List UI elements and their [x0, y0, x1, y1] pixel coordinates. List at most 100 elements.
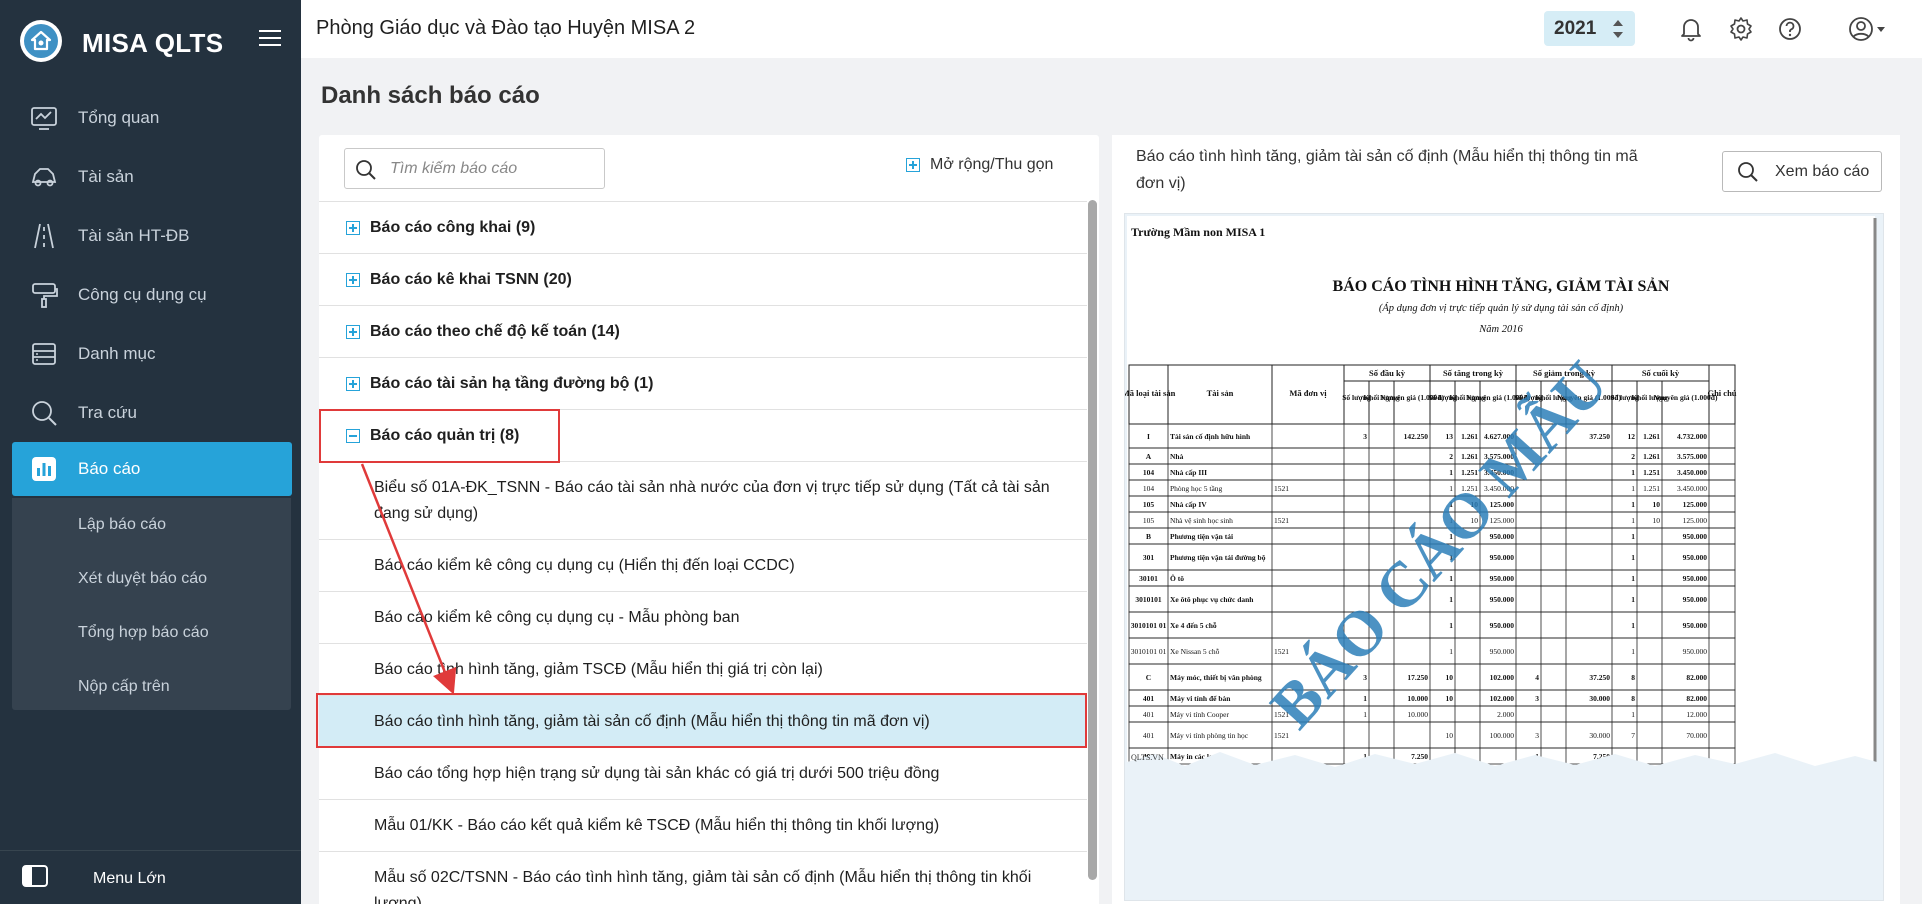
- report-item[interactable]: Báo cáo kiểm kê công cụ dụng cụ (Hiển th…: [319, 539, 1087, 591]
- brand: MISA QLTS: [0, 0, 301, 82]
- sidebar-item-danh-muc[interactable]: Danh mục: [0, 324, 301, 383]
- table-cell: 7: [1631, 731, 1635, 740]
- page-title: Danh sách báo cáo: [321, 82, 540, 109]
- report-group-che-do-ke-toan[interactable]: Báo cáo theo chế độ kế toán (14): [319, 305, 1087, 357]
- user-avatar-icon[interactable]: [1848, 16, 1888, 42]
- table-cell: 10.000: [1407, 710, 1428, 719]
- table-cell: 401: [1143, 731, 1155, 740]
- expand-icon[interactable]: [346, 220, 360, 235]
- submenu-nop-cap-tren[interactable]: Nộp cấp trên: [12, 660, 291, 714]
- preview-title: Báo cáo tình hình tăng, giảm tài sản cố …: [1136, 148, 1638, 192]
- table-cell: B: [1146, 532, 1151, 541]
- sidebar-footer[interactable]: Menu Lớn: [0, 850, 301, 904]
- submenu-lap-bao-cao[interactable]: Lập báo cáo: [12, 498, 291, 552]
- expand-icon[interactable]: [346, 272, 360, 287]
- table-header-label: Tài sản: [1207, 388, 1234, 398]
- expand-icon[interactable]: [346, 324, 360, 339]
- table-cell: 1521: [1274, 484, 1289, 493]
- report-list-scrollbar[interactable]: [1088, 200, 1097, 880]
- sidebar-toggle-icon[interactable]: [22, 865, 48, 887]
- table-cell: 30.000: [1589, 694, 1610, 703]
- expand-icon[interactable]: [346, 376, 360, 391]
- bell-icon[interactable]: [1678, 16, 1704, 42]
- report-item[interactable]: Báo cáo tình hình tăng, giảm TSCĐ (Mẫu h…: [319, 643, 1087, 695]
- table-cell: 13: [1446, 432, 1454, 441]
- table-cell: 3010101 01: [1131, 647, 1167, 656]
- submenu-xet-duyet-bao-cao[interactable]: Xét duyệt báo cáo: [12, 552, 291, 606]
- table-cell: C: [1146, 673, 1151, 682]
- report-item[interactable]: Báo cáo kiểm kê công cụ dụng cụ - Mẫu ph…: [319, 591, 1087, 643]
- expand-collapse-label: Mở rộng/Thu gọn: [930, 156, 1054, 173]
- table-cell: 3: [1363, 432, 1367, 441]
- report-item[interactable]: Biểu số 01A-ĐK_TSNN - Báo cáo tài sản nh…: [319, 461, 1087, 539]
- app-root: MISA QLTS Tổng quan Tài sản Tài sản HT-Đ…: [0, 0, 1922, 904]
- sidebar-item-tong-quan[interactable]: Tổng quan: [0, 88, 301, 147]
- table-cell: 125.000: [1683, 500, 1708, 509]
- report-group-ha-tang-duong-bo[interactable]: Báo cáo tài sản hạ tầng đường bộ (1): [319, 357, 1087, 409]
- submenu-tong-hop-bao-cao[interactable]: Tổng hợp báo cáo: [12, 606, 291, 660]
- table-cell: 3: [1535, 731, 1539, 740]
- expand-collapse-button[interactable]: Mở rộng/Thu gọn: [906, 156, 1053, 174]
- table-cell: 104: [1143, 468, 1155, 477]
- help-icon[interactable]: [1777, 16, 1803, 42]
- table-cell: 1: [1631, 553, 1635, 562]
- table-cell: 950.000: [1683, 553, 1708, 562]
- table-cell: 70.000: [1686, 731, 1707, 740]
- table-cell: 1: [1449, 647, 1453, 656]
- table-cell: 102.000: [1490, 673, 1515, 682]
- view-report-label: Xem báo cáo: [1775, 162, 1870, 180]
- sidebar-item-bao-cao[interactable]: Báo cáo: [12, 442, 292, 496]
- table-cell: 7.250: [1411, 752, 1428, 761]
- year-selector[interactable]: 2021: [1544, 11, 1635, 46]
- report-search-box[interactable]: [344, 148, 605, 189]
- top-header: Phòng Giáo dục và Đào tạo Huyện MISA 2 2…: [301, 0, 1922, 58]
- table-cell: 2.000: [1497, 710, 1514, 719]
- table-cell: 3010101: [1135, 595, 1162, 604]
- report-search-input[interactable]: [390, 157, 590, 181]
- table-cell: 4.732.000: [1677, 432, 1707, 441]
- report-group-ke-khai-tsnn[interactable]: Báo cáo kê khai TSNN (20): [319, 253, 1087, 305]
- table-cell: Phương tiện vận tải: [1170, 532, 1233, 541]
- car-icon: [31, 168, 57, 187]
- year-value: 2021: [1554, 18, 1597, 39]
- table-cell: 8: [1631, 694, 1635, 703]
- sidebar-item-tra-cuu[interactable]: Tra cứu: [0, 383, 301, 442]
- report-item[interactable]: Mẫu số 02C/TSNN - Báo cáo tình hình tăng…: [319, 851, 1087, 904]
- table-cell: 37.250: [1589, 432, 1610, 441]
- report-submenu: Lập báo cáo Xét duyệt báo cáo Tổng hợp b…: [12, 498, 291, 710]
- sidebar-item-tai-san-ht-db[interactable]: Tài sản HT-ĐB: [0, 206, 301, 265]
- table-cell: 950.000: [1683, 621, 1708, 630]
- table-cell: 37.250: [1589, 673, 1610, 682]
- table-cell: 102.000: [1490, 694, 1515, 703]
- report-list-panel: Mở rộng/Thu gọn Báo cáo công khai (9) Bá…: [319, 135, 1099, 904]
- table-cell: 105: [1143, 500, 1155, 509]
- view-report-button[interactable]: Xem báo cáo: [1722, 151, 1882, 192]
- sidebar-item-cong-cu-dung-cu[interactable]: Công cụ dụng cụ: [0, 265, 301, 324]
- table-cell: 1.251: [1643, 468, 1660, 477]
- table-cell: Nhà vệ sinh học sinh: [1170, 516, 1233, 525]
- report-group-cong-khai[interactable]: Báo cáo công khai (9): [319, 201, 1087, 253]
- table-cell: 1: [1631, 500, 1635, 509]
- report-item[interactable]: Mẫu 01/KK - Báo cáo kết quả kiểm kê TSCĐ…: [319, 799, 1087, 851]
- table-cell: 1: [1631, 468, 1635, 477]
- sidebar-item-label: Danh mục: [78, 343, 156, 363]
- table-cell: 8: [1631, 673, 1635, 682]
- table-cell: Nhà cấp IV: [1170, 500, 1207, 509]
- sidebar-item-tai-san[interactable]: Tài sản: [0, 147, 301, 206]
- gear-icon[interactable]: [1728, 16, 1754, 42]
- table-cell: 30.000: [1589, 731, 1610, 740]
- report-group-label: Báo cáo theo chế độ kế toán (14): [370, 322, 620, 340]
- table-cell: 1: [1363, 694, 1367, 703]
- highlight-box-report: [316, 693, 1087, 748]
- table-group-header: Số tăng trong kỳ: [1443, 368, 1504, 378]
- report-item[interactable]: Báo cáo tổng hợp hiện trạng sử dụng tài …: [319, 747, 1087, 799]
- hamburger-menu-icon[interactable]: [259, 30, 281, 48]
- table-cell: Xe 4 đến 5 chỗ: [1170, 621, 1217, 630]
- table-cell: 1521: [1274, 731, 1289, 740]
- year-stepper-icon[interactable]: [1613, 20, 1623, 38]
- table-cell: 950.000: [1490, 621, 1515, 630]
- table-cell: Ô tô: [1170, 573, 1184, 583]
- table-group-header: Số cuối kỳ: [1642, 368, 1680, 378]
- table-cell: 3010101 01: [1131, 621, 1167, 630]
- table-cell: Xe Nissan 5 chỗ: [1170, 647, 1220, 656]
